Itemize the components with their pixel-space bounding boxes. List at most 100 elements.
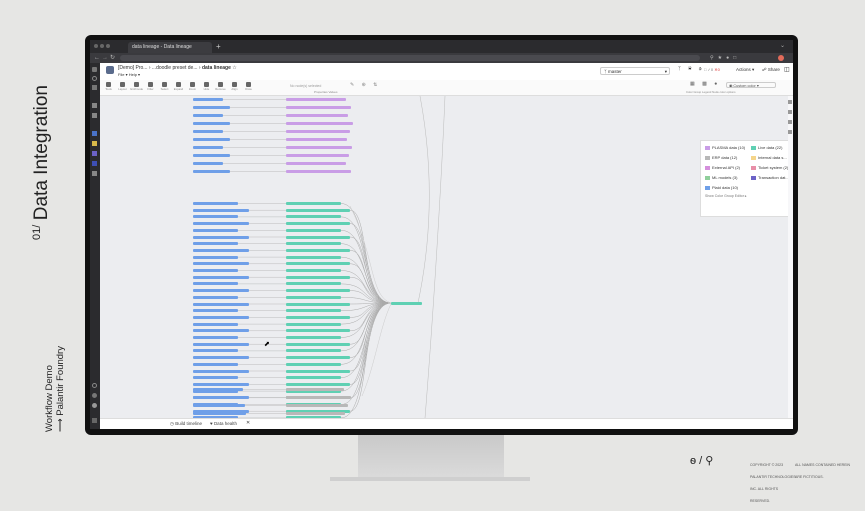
graph-node-source[interactable] xyxy=(193,282,238,286)
graph-node-source[interactable] xyxy=(193,122,230,125)
files-icon[interactable] xyxy=(92,85,97,90)
graph-node-output[interactable] xyxy=(391,302,422,305)
forward-icon[interactable]: → xyxy=(102,53,108,63)
user-icon[interactable] xyxy=(92,403,97,408)
graph-node-transform[interactable] xyxy=(286,262,350,266)
legend-item[interactable]: ML models (3) xyxy=(705,175,737,180)
toolbar-button-select[interactable]: Select xyxy=(158,81,171,94)
graph-node-source[interactable] xyxy=(193,138,230,141)
graph-node-transform[interactable] xyxy=(286,162,346,165)
legend-item[interactable]: Ticket system (2) xyxy=(751,165,788,170)
node-search-input[interactable]: No node(s) selected xyxy=(290,83,340,89)
graph-node-source[interactable] xyxy=(193,208,249,212)
graph-node-source[interactable] xyxy=(193,98,223,101)
build-status[interactable]: □ ✓0 ✕0 xyxy=(704,67,720,72)
app-icon-indigo[interactable] xyxy=(92,161,97,166)
graph-node-source[interactable] xyxy=(193,309,238,313)
graph-node-source[interactable] xyxy=(193,146,223,149)
legend-item[interactable]: ERP data (12) xyxy=(705,155,737,160)
graph-node-transform[interactable] xyxy=(286,336,341,339)
graph-node-source[interactable] xyxy=(193,235,249,239)
toolbar-button-filter[interactable]: Filter xyxy=(144,81,157,94)
graph-node-transform[interactable] xyxy=(286,202,341,205)
apps-icon[interactable] xyxy=(92,103,97,108)
right-rail-icon-4[interactable] xyxy=(788,130,792,134)
graph-node-transform[interactable] xyxy=(286,146,352,149)
graph-node-transform[interactable] xyxy=(286,122,353,125)
graph-node-transform[interactable] xyxy=(286,255,341,259)
collapse-icon[interactable] xyxy=(92,418,97,423)
status-item-data-health[interactable]: ♥ Data health xyxy=(210,421,237,426)
right-rail-icon-1[interactable] xyxy=(788,100,792,104)
graph-node-source[interactable] xyxy=(193,302,249,306)
graph-node-source[interactable] xyxy=(193,315,249,319)
graph-node-transform[interactable] xyxy=(286,356,350,360)
toolbar-button-draw[interactable]: Draw xyxy=(242,81,255,94)
app-icon-blue[interactable] xyxy=(92,131,97,136)
status-item-build-timeline[interactable]: ◷ Build timeline xyxy=(170,421,202,427)
profile-avatar[interactable] xyxy=(778,55,784,61)
graph-node-source[interactable] xyxy=(193,404,245,407)
graph-node-source[interactable] xyxy=(193,154,230,157)
graph-node-source[interactable] xyxy=(193,295,238,299)
graph-node-transform[interactable] xyxy=(286,322,341,326)
graph-node-transform[interactable] xyxy=(286,362,341,366)
graph-node-source[interactable] xyxy=(193,215,238,219)
graph-node-transform[interactable] xyxy=(286,228,341,232)
app-icon-yellow[interactable] xyxy=(92,141,97,146)
chevron-down-icon[interactable]: ⌄ xyxy=(780,40,785,53)
graph-node-transform[interactable] xyxy=(286,170,351,173)
color-mode-select[interactable]: ◉ Custom color ▾ xyxy=(726,82,776,88)
menu-help[interactable]: Help xyxy=(129,72,137,77)
graph-node-source[interactable] xyxy=(193,396,244,399)
menu-file[interactable]: File xyxy=(118,72,124,77)
graph-node-source[interactable] xyxy=(193,356,249,360)
graph-node-transform[interactable] xyxy=(286,242,341,246)
graph-node-source[interactable] xyxy=(193,269,238,272)
share-button[interactable]: ☍ Share xyxy=(762,67,780,73)
graph-node-source[interactable] xyxy=(193,248,249,252)
graph-node-transform[interactable] xyxy=(286,315,350,319)
graph-node-transform[interactable] xyxy=(286,369,350,373)
graph-node-transform[interactable] xyxy=(286,275,350,279)
toolbar-button-grid-mode[interactable]: Grid/mode xyxy=(130,81,143,94)
graph-node-source[interactable] xyxy=(193,222,249,226)
graph-node-transform[interactable] xyxy=(286,235,350,239)
graph-node-source[interactable] xyxy=(193,228,238,232)
graph-node-source[interactable] xyxy=(193,376,238,380)
graph-node-transform[interactable] xyxy=(286,130,350,133)
graph-node-transform[interactable] xyxy=(286,382,350,386)
graph-node-source[interactable] xyxy=(193,202,238,205)
browser-tab[interactable]: data lineage - Data lineage xyxy=(128,42,212,53)
back-icon[interactable]: ← xyxy=(94,53,100,63)
graph-node-transform[interactable] xyxy=(286,309,341,313)
graph-node-transform[interactable] xyxy=(286,302,350,306)
graph-node-transform[interactable] xyxy=(286,388,344,391)
legend-footer[interactable]: Show Color Group Editor ▸ xyxy=(705,194,747,198)
toolbar-button-zoom[interactable]: Zoom xyxy=(186,81,199,94)
legend-item[interactable]: Internal data s... (15) xyxy=(751,155,793,160)
graph-node-source[interactable] xyxy=(193,242,238,246)
graph-node-transform[interactable] xyxy=(286,208,350,212)
graph-node-transform[interactable] xyxy=(286,248,350,252)
graph-node-transform[interactable] xyxy=(286,222,350,226)
graph-node-transform[interactable] xyxy=(286,215,341,219)
graph-node-transform[interactable] xyxy=(286,154,349,157)
extension-icons[interactable]: ⚲★●□ xyxy=(710,53,740,63)
new-tab-button[interactable]: + xyxy=(216,40,221,53)
graph-node-transform[interactable] xyxy=(286,342,350,346)
help-icon[interactable] xyxy=(92,383,97,388)
toolbar-button-hide[interactable]: Hide xyxy=(200,81,213,94)
graph-node-source[interactable] xyxy=(193,349,238,353)
legend-item[interactable]: PLASMA data (10) xyxy=(705,145,745,150)
graph-node-transform[interactable] xyxy=(286,98,346,101)
graph-node-source[interactable] xyxy=(193,275,249,279)
graph-node-source[interactable] xyxy=(193,255,238,259)
graph-node-transform[interactable] xyxy=(286,404,348,407)
toolbar-button-tools[interactable]: Tools xyxy=(102,81,115,94)
layout-toggle-icon[interactable]: ◫ xyxy=(784,66,790,73)
star-icon[interactable]: ☆ xyxy=(232,65,236,71)
right-rail-icon-2[interactable] xyxy=(788,110,792,114)
graph-node-source[interactable] xyxy=(193,262,249,266)
graph-node-source[interactable] xyxy=(193,412,246,415)
